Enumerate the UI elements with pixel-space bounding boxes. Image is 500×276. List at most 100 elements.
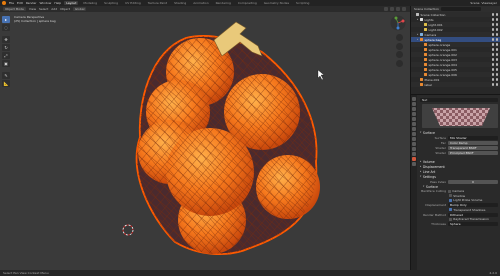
- tab-rendering[interactable]: Rendering: [214, 1, 233, 5]
- xray-toggle-icon[interactable]: [390, 7, 394, 11]
- properties-tabs: [411, 95, 417, 271]
- menu-add[interactable]: Add: [51, 7, 57, 11]
- pass-index-field[interactable]: 0: [448, 179, 498, 184]
- navigation-gizmo[interactable]: [390, 15, 406, 31]
- data-tab-icon[interactable]: [412, 152, 416, 156]
- render-method-field[interactable]: Dithered: [448, 212, 498, 217]
- tab-scripting[interactable]: Scripting: [294, 1, 311, 5]
- menu-object[interactable]: Object: [60, 7, 70, 11]
- object-type-icon: [424, 68, 427, 71]
- displacement-method-field[interactable]: Bump Only: [448, 203, 498, 207]
- visibility-eye-icon[interactable]: [491, 33, 494, 36]
- material-preview: [422, 104, 498, 128]
- tab-animation[interactable]: Animation: [191, 1, 210, 5]
- visibility-eye-icon[interactable]: [491, 68, 494, 71]
- scene-tab-icon[interactable]: [412, 117, 416, 121]
- ortho-toggle-icon[interactable]: [396, 59, 403, 67]
- output-tab-icon[interactable]: [412, 107, 416, 111]
- render-camera-icon[interactable]: [495, 83, 498, 86]
- shading-solid-icon[interactable]: [396, 7, 400, 11]
- visibility-eye-icon[interactable]: [491, 38, 494, 41]
- tool-tab-icon[interactable]: [412, 97, 416, 101]
- tab-sculpting[interactable]: Sculpting: [102, 1, 120, 5]
- outliner-item-label: sphere orange.001: [428, 47, 457, 52]
- tab-compositing[interactable]: Compositing: [236, 1, 259, 5]
- tab-layout[interactable]: Layout: [64, 1, 79, 5]
- tab-modeling[interactable]: Modeling: [81, 1, 99, 5]
- visibility-eye-icon[interactable]: [491, 28, 494, 31]
- orange-bag-render: [122, 21, 325, 255]
- visibility-eye-icon[interactable]: [491, 18, 494, 21]
- scene-selector[interactable]: Scene: [470, 1, 479, 5]
- blender-logo-icon[interactable]: [2, 1, 6, 5]
- render-camera-icon[interactable]: [495, 43, 498, 46]
- thickness-field[interactable]: Sphere: [448, 222, 498, 226]
- particles-tab-icon[interactable]: [412, 137, 416, 141]
- backface-camera-check[interactable]: Camera: [448, 189, 464, 193]
- tab-uv-editing[interactable]: UV Editing: [123, 1, 143, 5]
- render-camera-icon[interactable]: [495, 48, 498, 51]
- physics-tab-icon[interactable]: [412, 142, 416, 146]
- tab-texture-paint[interactable]: Texture Paint: [146, 1, 169, 5]
- menu-file[interactable]: File: [9, 1, 14, 5]
- render-tab-icon[interactable]: [412, 102, 416, 106]
- visibility-eye-icon[interactable]: [491, 78, 494, 81]
- camera-view-icon[interactable]: [396, 51, 403, 58]
- menu-view[interactable]: View: [29, 7, 36, 11]
- visibility-eye-icon[interactable]: [491, 43, 494, 46]
- world-tab-icon[interactable]: [412, 122, 416, 126]
- view-layer-tab-icon[interactable]: [412, 112, 416, 116]
- render-camera-icon[interactable]: [495, 68, 498, 71]
- outliner-item[interactable]: label: [411, 82, 500, 87]
- 3d-cursor-icon: [122, 224, 134, 236]
- render-camera-icon[interactable]: [495, 33, 498, 36]
- modifier-tab-icon[interactable]: [412, 132, 416, 136]
- render-camera-icon[interactable]: [495, 13, 498, 16]
- surface-shader-field[interactable]: Mix Shader: [448, 135, 498, 140]
- transform-orientation-dropdown[interactable]: Global: [72, 7, 87, 11]
- visibility-eye-icon[interactable]: [491, 73, 494, 76]
- material-tab-icon[interactable]: [412, 157, 416, 161]
- render-camera-icon[interactable]: [495, 78, 498, 81]
- visibility-eye-icon[interactable]: [491, 48, 494, 51]
- fac-field[interactable]: Color Ramp: [448, 140, 498, 145]
- menu-select[interactable]: Select: [39, 7, 48, 11]
- visibility-eye-icon[interactable]: [491, 58, 494, 61]
- object-tab-icon[interactable]: [412, 127, 416, 131]
- zoom-icon[interactable]: [396, 34, 403, 41]
- render-camera-icon[interactable]: [495, 28, 498, 31]
- render-camera-icon[interactable]: [495, 18, 498, 21]
- pan-icon[interactable]: [396, 42, 403, 50]
- render-camera-icon[interactable]: [495, 38, 498, 41]
- tab-shading[interactable]: Shading: [172, 1, 188, 5]
- tab-geometry-nodes[interactable]: Geometry Nodes: [262, 1, 291, 5]
- visibility-eye-icon[interactable]: [491, 63, 494, 66]
- menu-edit[interactable]: Edit: [17, 1, 23, 5]
- constraints-tab-icon[interactable]: [412, 147, 416, 151]
- visibility-eye-icon[interactable]: [491, 13, 494, 16]
- render-camera-icon[interactable]: [495, 58, 498, 61]
- outliner-item-label: sphere orange.002: [428, 52, 457, 57]
- visibility-eye-icon[interactable]: [491, 83, 494, 86]
- outliner-search-input[interactable]: [440, 7, 481, 11]
- overlay-toggle-icon[interactable]: [384, 7, 388, 11]
- render-camera-icon[interactable]: [495, 23, 498, 26]
- render-camera-icon[interactable]: [495, 63, 498, 66]
- 3d-viewport[interactable]: Camera Perspective (25) Collection | sph…: [0, 12, 410, 270]
- shader-2-field[interactable]: Principled BSDF: [448, 150, 498, 155]
- render-camera-icon[interactable]: [495, 53, 498, 56]
- material-name-field[interactable]: Net: [420, 97, 498, 102]
- visibility-eye-icon[interactable]: [491, 23, 494, 26]
- menu-help[interactable]: Help: [54, 1, 61, 5]
- object-type-icon: [420, 38, 423, 41]
- texture-tab-icon[interactable]: [412, 162, 416, 166]
- menu-window[interactable]: Window: [40, 1, 52, 5]
- menu-render[interactable]: Render: [26, 1, 37, 5]
- render-camera-icon[interactable]: [495, 73, 498, 76]
- visibility-eye-icon[interactable]: [491, 53, 494, 56]
- surface-row: Surface Mix Shader: [420, 135, 498, 140]
- mode-dropdown[interactable]: Object Mode: [3, 7, 26, 11]
- shader-1-field[interactable]: Transparent BSDF: [448, 145, 498, 150]
- view-layer-selector[interactable]: ViewLayer: [482, 1, 497, 5]
- shading-material-icon[interactable]: [402, 7, 406, 11]
